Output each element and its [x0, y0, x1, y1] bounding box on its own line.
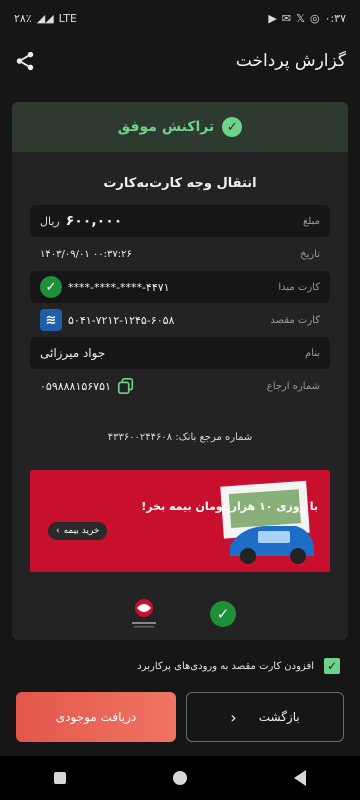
back-label: بازگشت — [258, 710, 300, 724]
chevron-right-icon: › — [230, 707, 237, 727]
date-row: تاریخ ۱۴۰۳/۰۹/۰۱ ۰۰:۳۷:۲۶ — [30, 238, 330, 270]
name-label: بنام — [304, 347, 320, 359]
amount-value-wrap: ۶۰۰,۰۰۰ ریال — [40, 213, 122, 229]
status-left: ۲۸٪ ◢◢ LTE — [14, 12, 77, 25]
buy-insurance-label: خرید بیمه — [63, 526, 100, 536]
source-card-value-wrap: ✓ ****-****-****-۴۴۷۱ — [40, 276, 170, 298]
receipt-rows: مبلغ ۶۰۰,۰۰۰ ریال تاریخ ۱۴۰۳/۰۹/۰۱ ۰۰:۳۷… — [12, 205, 348, 402]
tracking-value-wrap: ۰۵۹۸۸۸۱۵۶۷۵۱ — [40, 377, 135, 395]
dest-card-value-wrap: ≋ ۵۰۴۱-۷۲۱۲-۱۲۴۵-۶۰۵۸ — [40, 309, 174, 331]
youtube-icon: ▶ — [268, 11, 277, 25]
receipt-card: ✓ تراکنش موفق انتقال وجه کارت‌به‌کارت مب… — [12, 102, 348, 640]
success-banner: ✓ تراکنش موفق — [12, 102, 348, 152]
source-card-value: ****-****-****-۴۴۷۱ — [68, 280, 170, 294]
dest-bank-icon: ≋ — [40, 309, 62, 331]
transaction-title: انتقال وجه کارت‌به‌کارت — [103, 176, 257, 191]
amount-label: مبلغ — [302, 215, 320, 227]
source-card-label: کارت مبدا — [278, 281, 320, 293]
source-card-row: کارت مبدا ✓ ****-****-****-۴۴۷۱ — [30, 271, 330, 303]
home-icon[interactable] — [172, 771, 187, 785]
transaction-status: تراکنش موفق — [117, 119, 215, 135]
status-time: ۰:۳۷ — [324, 11, 346, 25]
bank-reference: شماره مرجع بانک: ۴۳۳۶۰۰۲۴۴۶۰۸ — [107, 432, 253, 443]
battery-percent: ۲۸٪ — [14, 11, 32, 25]
name-value: جواد میرزائی — [40, 346, 106, 360]
name-row: بنام جواد میرزائی — [30, 337, 330, 369]
dest-card-row: کارت مقصد ≋ ۵۰۴۱-۷۲۱۲-۱۲۴۵-۶۰۵۸ — [30, 304, 330, 336]
amount-unit: ریال — [40, 214, 60, 228]
status-right: ▶ ✉ 𝕏 ◎ ۰:۳۷ — [268, 12, 346, 25]
ad-banner[interactable]: با روزی ۱۰ هزار تومان بیمه بخر! ‹ خرید ب… — [30, 470, 330, 572]
add-dest-card-row[interactable]: ✓ افزودن کارت مقصد به ورودی‌های پرکاربرد — [0, 652, 360, 680]
check-circle-icon: ✓ — [222, 117, 243, 137]
amount-value: ۶۰۰,۰۰۰ — [65, 213, 123, 229]
page-title: گزارش پرداخت — [235, 51, 346, 71]
recents-icon[interactable] — [53, 772, 66, 784]
back-button[interactable]: › بازگشت — [186, 692, 344, 742]
x-icon: 𝕏 — [296, 11, 305, 25]
receipt-logos: ✓ — [12, 594, 348, 634]
system-nav-bar — [0, 756, 360, 800]
chevron-left-icon: ‹ — [56, 526, 60, 536]
date-value: ۱۴۰۳/۰۹/۰۱ ۰۰:۳۷:۲۶ — [40, 248, 132, 260]
checkbox-inner: ✓ افزودن کارت مقصد به ورودی‌های پرکاربرد — [137, 658, 340, 674]
tracking-label: شماره ارجاع — [266, 380, 320, 392]
back-nav-icon[interactable] — [294, 770, 307, 786]
source-bank-icon: ✓ — [40, 276, 62, 298]
kiccc-logo-icon — [132, 599, 156, 628]
copy-icon[interactable] — [117, 377, 135, 395]
date-label: تاریخ — [300, 248, 320, 260]
get-balance-button[interactable]: دریافت موجودی — [16, 692, 176, 742]
tracking-value: ۰۵۹۸۸۸۱۵۶۷۵۱ — [40, 379, 111, 393]
share-icon[interactable] — [14, 50, 36, 72]
instagram-icon: ◎ — [309, 11, 320, 25]
signal-icon: ◢◢ — [36, 11, 54, 25]
ad-title: با روزی ۱۰ هزار تومان بیمه بخر! — [141, 500, 318, 513]
status-bar: ۲۸٪ ◢◢ LTE ▶ ✉ 𝕏 ◎ ۰:۳۷ — [0, 0, 360, 36]
network-type: LTE — [58, 11, 77, 25]
gmail-icon: ✉ — [281, 11, 292, 25]
insurance-car-image — [220, 480, 314, 564]
dest-card-value: ۵۰۴۱-۷۲۱۲-۱۲۴۵-۶۰۵۸ — [68, 313, 175, 327]
dest-card-label: کارت مقصد — [270, 314, 320, 326]
buy-insurance-button[interactable]: ‹ خرید بیمه — [48, 522, 108, 540]
add-dest-card-checkbox[interactable]: ✓ — [324, 658, 340, 674]
bank-check-logo-icon: ✓ — [210, 601, 236, 627]
app-header: گزارش پرداخت — [0, 36, 360, 86]
tracking-row: شماره ارجاع ۰۵۹۸۸۸۱۵۶۷۵۱ — [30, 370, 330, 402]
add-dest-card-label: افزودن کارت مقصد به ورودی‌های پرکاربرد — [137, 660, 314, 672]
amount-row: مبلغ ۶۰۰,۰۰۰ ریال — [30, 205, 330, 237]
